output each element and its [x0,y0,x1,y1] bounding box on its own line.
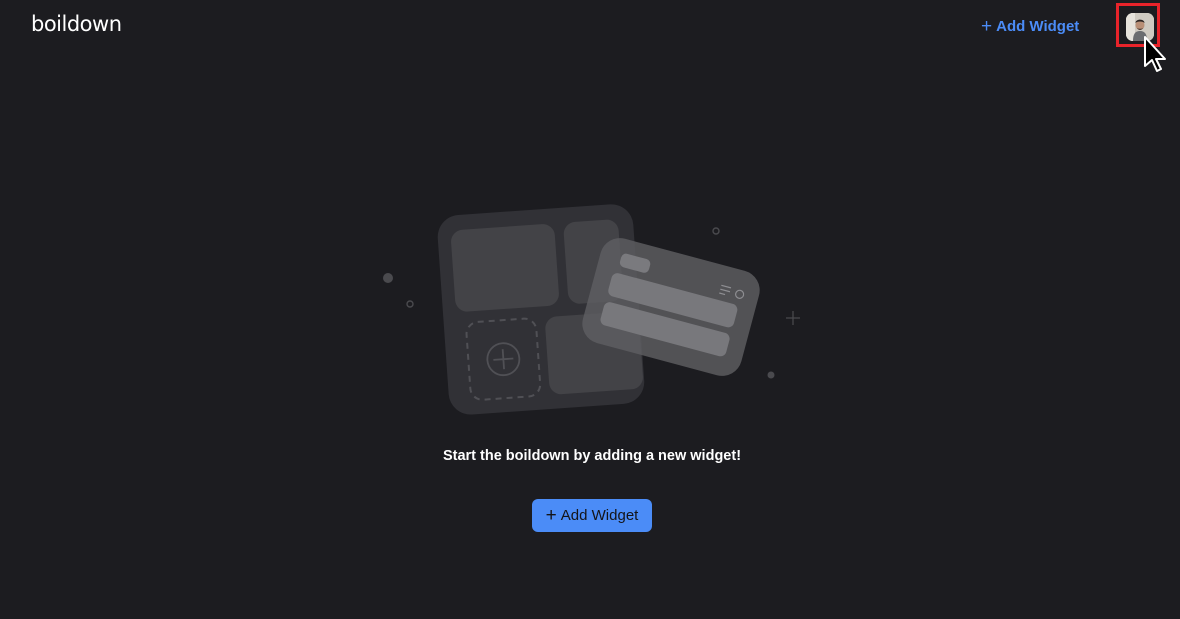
app-logo: boildown [31,12,122,36]
plus-icon: + [545,505,557,526]
widgets-illustration [383,204,800,415]
header-add-widget-button[interactable]: + Add Widget [981,14,1079,38]
add-widget-button[interactable]: + Add Widget [532,499,652,532]
add-widget-label: Add Widget [560,507,639,524]
top-bar: boildown + Add Widget [0,0,1180,56]
mouse-pointer-icon [1144,36,1166,72]
plus-icon: + [981,15,993,37]
header-add-widget-label: Add Widget [996,17,1080,35]
empty-state-message: Start the boildown by adding a new widge… [442,448,742,464]
